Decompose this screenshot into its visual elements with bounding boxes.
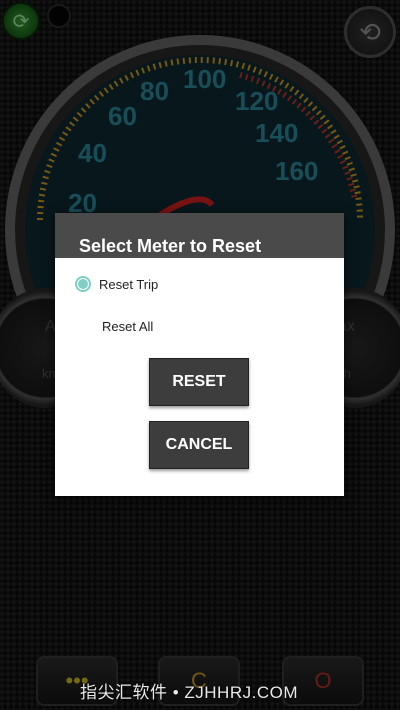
dialog-title: Select Meter to Reset: [55, 213, 344, 258]
reset-meter-dialog: Select Meter to Reset Reset Trip Reset A…: [55, 213, 344, 496]
watermark-text: 指尖汇软件 • ZJHHRJ.COM: [80, 683, 298, 702]
radio-button-selected[interactable]: [75, 276, 91, 292]
option-label-reset-trip: Reset Trip: [99, 276, 159, 292]
cancel-button[interactable]: CANCEL: [149, 421, 249, 469]
reset-button[interactable]: RESET: [149, 358, 249, 406]
option-reset-trip[interactable]: Reset Trip: [75, 276, 158, 292]
option-reset-all[interactable]: Reset All: [102, 319, 153, 334]
